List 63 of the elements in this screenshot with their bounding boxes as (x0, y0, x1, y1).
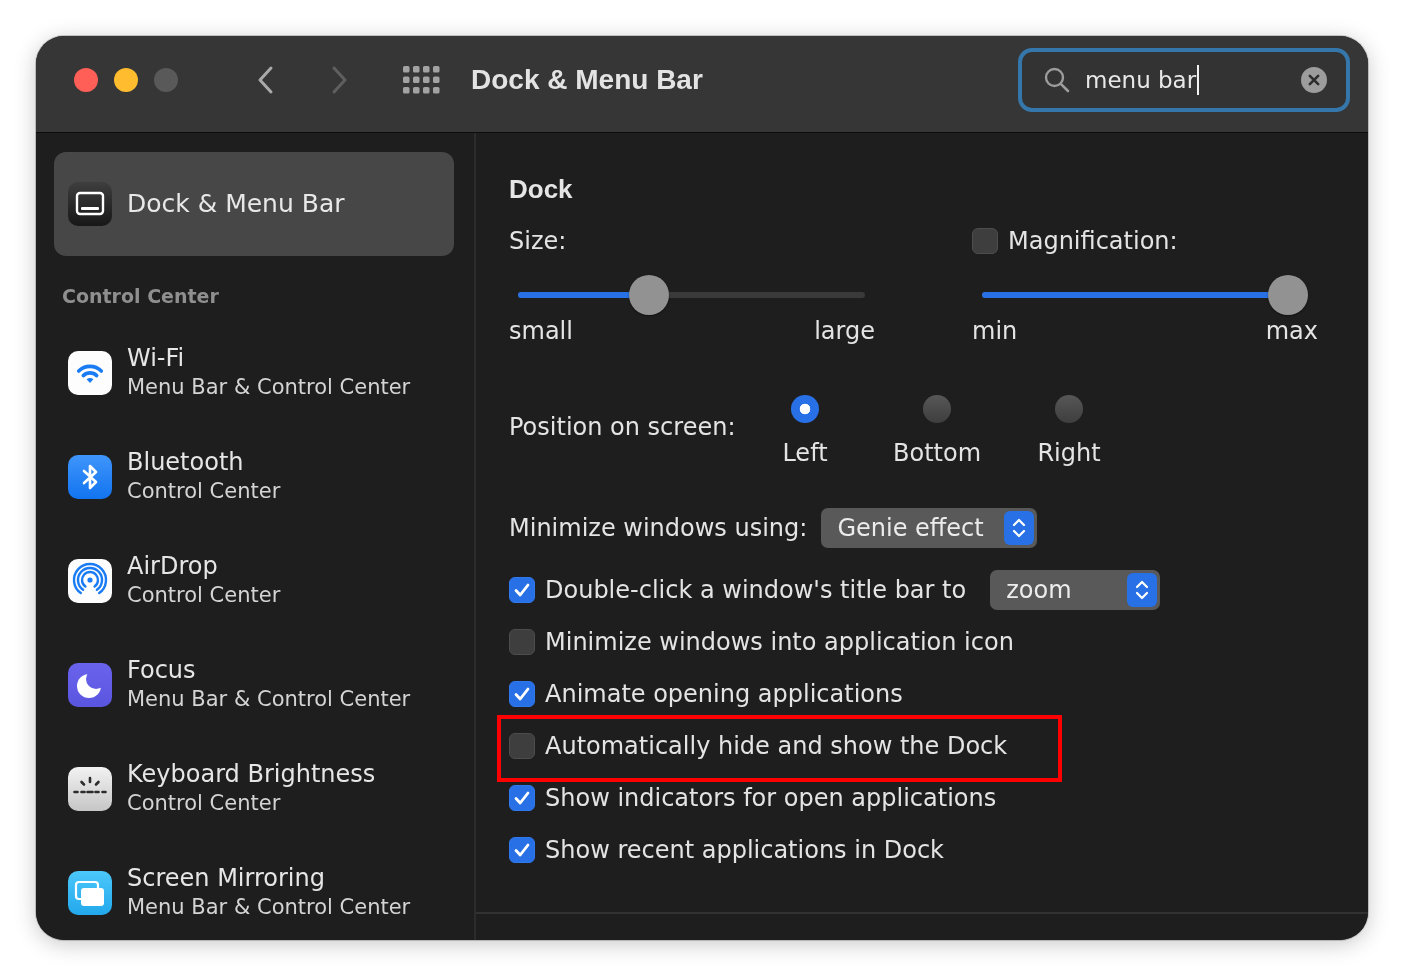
clear-icon[interactable] (1301, 66, 1327, 93)
grid-icon[interactable] (403, 65, 440, 94)
sidebar-item[interactable]: Focus Menu Bar & Control Center (36, 656, 474, 714)
checkbox[interactable] (972, 228, 998, 254)
checkmark-icon (514, 791, 530, 805)
slider-max-label: large (814, 317, 875, 345)
checkbox-label: Minimize windows into application icon (545, 627, 1014, 657)
slider-track[interactable] (518, 275, 865, 315)
sidebar-item[interactable]: Dock & Menu Bar (54, 152, 454, 256)
checkbox-label: Double-click a window's title bar to (545, 575, 967, 605)
sidebar-item[interactable]: Wi-Fi Menu Bar & Control Center (36, 344, 474, 402)
checkbox[interactable] (509, 577, 535, 603)
search-icon (1044, 66, 1070, 93)
field-label: Size: (509, 226, 568, 256)
section-header: Control Center (62, 284, 220, 309)
window-title: Dock & Menu Bar (471, 62, 703, 97)
signal-rings-icon (68, 559, 112, 603)
radio-label: Left (782, 439, 828, 467)
minimize-button[interactable] (114, 67, 138, 92)
up-down-chevron-icon[interactable] (1127, 573, 1158, 607)
checkbox[interactable] (509, 681, 535, 707)
moon-icon (68, 663, 112, 707)
search-field[interactable]: menu bar (1018, 47, 1350, 112)
wifi-icon (68, 351, 112, 395)
sidebar-item[interactable]: AirDrop Control Center (36, 552, 474, 610)
checkbox-label: Show indicators for open applications (545, 783, 997, 813)
field-label: Minimize windows using: (509, 513, 808, 543)
checkbox[interactable] (509, 837, 535, 863)
radio-label: Bottom (893, 439, 981, 467)
sidebar-item[interactable]: Keyboard Brightness Control Center (36, 760, 474, 818)
checkmark-icon (514, 687, 530, 701)
checkbox-label: Animate opening applications (545, 679, 903, 709)
slider-thumb[interactable] (1268, 275, 1308, 315)
checkmark-icon (514, 583, 530, 597)
section-heading: Dock (509, 174, 574, 204)
field-label: Position on screen: (509, 413, 737, 443)
up-down-chevron-icon[interactable] (1003, 511, 1034, 545)
window-icon (68, 182, 112, 226)
sidebar-item[interactable]: Screen Mirroring Menu Bar & Control Center (36, 864, 474, 922)
radio-button[interactable] (1055, 395, 1083, 423)
radio-label: Right (1037, 439, 1101, 467)
radio-button[interactable] (791, 395, 819, 423)
checkbox-label: Show recent applications in Dock (545, 835, 944, 865)
sidebar-item[interactable]: Bluetooth Control Center (36, 448, 474, 506)
slider-thumb[interactable] (628, 275, 669, 315)
slider-min-label: small (509, 317, 573, 345)
checkbox[interactable] (509, 785, 535, 811)
checkbox-label: Magnification: (1008, 226, 1178, 256)
slider-track[interactable] (982, 275, 1308, 315)
overlapping-screens-icon (68, 871, 112, 915)
checkmark-icon (514, 843, 530, 857)
checkbox-label: Automatically hide and show the Dock (545, 731, 1008, 761)
slider-max-label: max (1265, 317, 1318, 345)
radio-button[interactable] (923, 395, 951, 423)
slider-min-label: min (972, 317, 1018, 345)
popup-button[interactable]: zoom (990, 570, 1161, 610)
checkbox[interactable] (509, 733, 535, 759)
text-caret (1197, 64, 1200, 95)
popup-button[interactable]: Genie effect (821, 508, 1037, 548)
checkbox[interactable] (509, 629, 535, 655)
close-button[interactable] (74, 67, 98, 92)
brightness-icon (68, 767, 112, 811)
bluetooth-icon (68, 455, 112, 499)
